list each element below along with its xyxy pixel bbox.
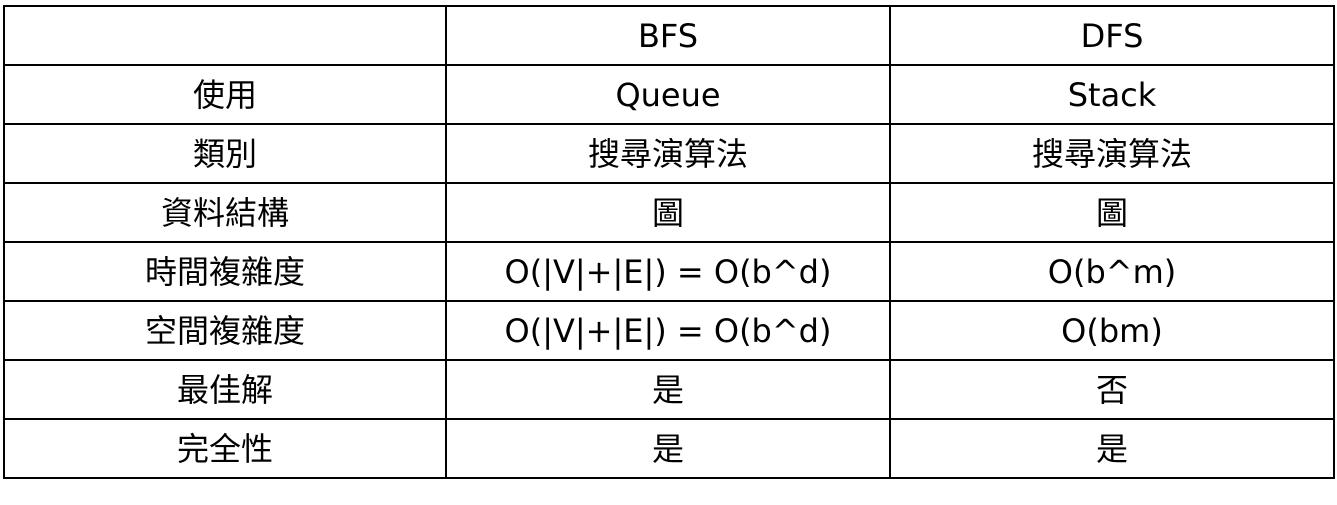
- dfs-cell: 否: [889, 359, 1335, 420]
- table-row: 最佳解 是 否: [3, 359, 1335, 420]
- header-row: BFS DFS: [3, 5, 1335, 66]
- table-row: 類別 搜尋演算法 搜尋演算法: [3, 123, 1335, 184]
- bfs-cell: O(|V|+|E|) = O(b^d): [445, 300, 891, 361]
- header-cell-dfs: DFS: [889, 5, 1335, 66]
- table-row: 時間複雜度 O(|V|+|E|) = O(b^d) O(b^m): [3, 241, 1335, 302]
- table-row: 完全性 是 是: [3, 418, 1335, 479]
- row-label: 使用: [3, 64, 447, 125]
- dfs-cell: O(bm): [889, 300, 1335, 361]
- dfs-cell: O(b^m): [889, 241, 1335, 302]
- row-label: 空間複雜度: [3, 300, 447, 361]
- header-cell-empty: [3, 5, 447, 66]
- bfs-cell: 是: [445, 418, 891, 479]
- bfs-cell: Queue: [445, 64, 891, 125]
- comparison-table: BFS DFS 使用 Queue Stack 類別 搜尋演算法 搜尋演算法 資料…: [3, 5, 1335, 479]
- dfs-cell: 圖: [889, 182, 1335, 243]
- row-label: 完全性: [3, 418, 447, 479]
- row-label: 時間複雜度: [3, 241, 447, 302]
- dfs-cell: 搜尋演算法: [889, 123, 1335, 184]
- dfs-cell: Stack: [889, 64, 1335, 125]
- bfs-cell: O(|V|+|E|) = O(b^d): [445, 241, 891, 302]
- header-cell-bfs: BFS: [445, 5, 891, 66]
- row-label: 資料結構: [3, 182, 447, 243]
- bfs-cell: 是: [445, 359, 891, 420]
- table-row: 資料結構 圖 圖: [3, 182, 1335, 243]
- dfs-cell: 是: [889, 418, 1335, 479]
- table-row: 使用 Queue Stack: [3, 64, 1335, 125]
- table-row: 空間複雜度 O(|V|+|E|) = O(b^d) O(bm): [3, 300, 1335, 361]
- bfs-cell: 搜尋演算法: [445, 123, 891, 184]
- row-label: 最佳解: [3, 359, 447, 420]
- row-label: 類別: [3, 123, 447, 184]
- bfs-cell: 圖: [445, 182, 891, 243]
